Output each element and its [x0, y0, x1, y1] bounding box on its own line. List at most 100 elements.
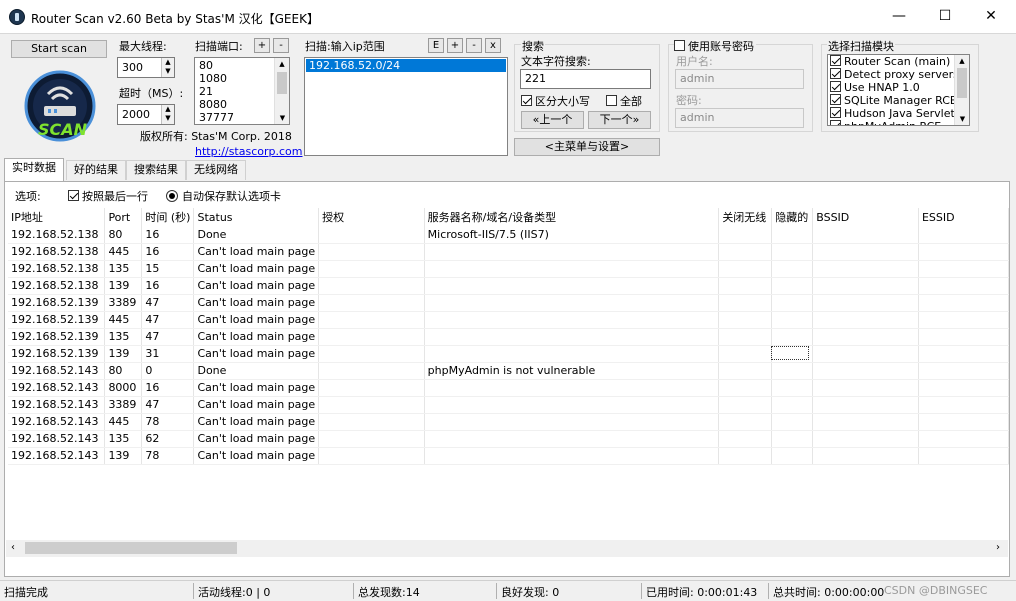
table-row[interactable]: 192.168.52.138 135 15 Can't load main page: [8, 260, 1010, 278]
threads-value: 300: [122, 61, 143, 74]
horizontal-scrollbar[interactable]: ‹ ›: [6, 540, 1008, 557]
tab-good-results[interactable]: 好的结果: [66, 160, 126, 180]
column-header[interactable]: IP地址: [8, 208, 106, 226]
main-menu-button[interactable]: <主菜单与设置>: [514, 138, 660, 156]
column-header[interactable]: ESSID: [918, 208, 1010, 226]
tab-search-results[interactable]: 搜索结果: [126, 160, 186, 180]
port-item[interactable]: 8080: [199, 98, 285, 111]
table-cell: 3389: [104, 294, 143, 312]
ports-add-button[interactable]: +: [254, 38, 270, 53]
ports-list[interactable]: 80 1080 21 8080 37777 ▲ ▼: [194, 57, 290, 125]
modules-group-label: 选择扫描模块: [827, 38, 895, 54]
module-item[interactable]: Router Scan (main): [830, 55, 967, 68]
ports-remove-button[interactable]: -: [273, 38, 289, 53]
search-group-label: 搜索: [521, 38, 545, 54]
port-item[interactable]: 1080: [199, 72, 285, 85]
port-item[interactable]: 37777: [199, 111, 285, 124]
module-item[interactable]: SQLite Manager RCE: [830, 94, 967, 107]
website-link[interactable]: http://stascorp.com: [195, 145, 303, 158]
table-cell: 3389: [104, 396, 143, 414]
column-header[interactable]: 隐藏的: [771, 208, 814, 226]
title-bar: Router Scan v2.60 Beta by Stas'M 汉化【GEEK…: [0, 0, 1016, 34]
ip-edit-button[interactable]: E: [428, 38, 444, 53]
scroll-left-icon[interactable]: ‹: [11, 542, 15, 553]
module-item[interactable]: Detect proxy servers: [830, 68, 967, 81]
column-header[interactable]: Port: [104, 208, 143, 226]
table-cell: [812, 379, 919, 397]
module-item[interactable]: Use HNAP 1.0: [830, 81, 967, 94]
module-item[interactable]: phpMyAdmin RCE: [830, 120, 967, 125]
ip-remove-button[interactable]: -: [466, 38, 482, 53]
port-item[interactable]: 80: [199, 59, 285, 72]
table-row[interactable]: 192.168.52.143 445 78 Can't load main page: [8, 413, 1010, 431]
table-cell: 445: [104, 311, 143, 329]
next-button[interactable]: 下一个»: [588, 111, 651, 129]
username-label: 用户名:: [676, 55, 713, 68]
column-header[interactable]: 授权: [318, 208, 425, 226]
table-cell: 192.168.52.143: [8, 379, 106, 397]
threads-label: 最大线程:: [119, 40, 167, 53]
table-row[interactable]: 192.168.52.139 135 47 Can't load main page: [8, 328, 1010, 346]
table-row[interactable]: 192.168.52.139 445 47 Can't load main page: [8, 311, 1010, 329]
username-input[interactable]: admin: [675, 69, 804, 89]
all-checkbox[interactable]: 全部: [606, 93, 642, 109]
ip-clear-button[interactable]: x: [485, 38, 501, 53]
column-header[interactable]: Status: [193, 208, 320, 226]
table-cell: [424, 277, 720, 295]
table-cell: [918, 243, 1010, 261]
table-row[interactable]: 192.168.52.143 135 62 Can't load main page: [8, 430, 1010, 448]
table-cell: [718, 430, 773, 448]
table-row[interactable]: 192.168.52.143 3389 47 Can't load main page: [8, 396, 1010, 414]
ports-scrollbar[interactable]: ▲ ▼: [274, 58, 289, 124]
table-row[interactable]: 192.168.52.143 8000 16 Can't load main page: [8, 379, 1010, 397]
column-header[interactable]: 关闭无线: [718, 208, 773, 226]
column-header[interactable]: 服务器名称/域名/设备类型: [424, 208, 720, 226]
table-cell: Can't load main page: [193, 430, 320, 448]
tab-live-data[interactable]: 实时数据: [4, 158, 64, 181]
tab-wireless[interactable]: 无线网络: [186, 160, 246, 180]
follow-check-icon: [68, 190, 79, 201]
close-button[interactable]: ✕: [968, 0, 1014, 34]
maximize-button[interactable]: ☐: [922, 0, 968, 34]
threads-spinner[interactable]: ▲ ▼: [161, 58, 174, 77]
focused-cell[interactable]: [771, 346, 809, 360]
scroll-thumb[interactable]: [25, 542, 237, 554]
table-cell: [718, 294, 773, 312]
table-row[interactable]: 192.168.52.138 80 16 Done Microsoft-IIS/7.5 …: [8, 226, 1010, 244]
prev-button[interactable]: «上一个: [521, 111, 584, 129]
modules-scrollbar[interactable]: ▲ ▼: [954, 55, 969, 125]
minimize-button[interactable]: —: [876, 0, 922, 34]
table-cell: 192.168.52.138: [8, 226, 106, 244]
start-scan-button[interactable]: Start scan: [11, 40, 107, 58]
ip-add-button[interactable]: +: [447, 38, 463, 53]
table-row[interactable]: 192.168.52.139 3389 47 Can't load main page: [8, 294, 1010, 312]
case-sensitive-check-icon: [521, 95, 532, 106]
use-account-checkbox[interactable]: 使用账号密码: [674, 38, 756, 54]
table-row[interactable]: 192.168.52.139 139 31 Can't load main page: [8, 345, 1010, 363]
table-row[interactable]: 192.168.52.143 139 78 Can't load main page: [8, 447, 1010, 465]
modules-list[interactable]: Router Scan (main) Detect proxy servers Us…: [827, 54, 970, 126]
password-input[interactable]: admin: [675, 108, 804, 128]
module-item[interactable]: Hudson Java Servlet: [830, 107, 967, 120]
table-cell: [918, 226, 1010, 244]
table-cell: [812, 345, 919, 363]
ip-range-item[interactable]: 192.168.52.0/24: [306, 59, 506, 72]
table-row[interactable]: 192.168.52.143 80 0 Done phpMyAdmin is not v…: [8, 362, 1010, 380]
autosave-radio[interactable]: 自动保存默认选项卡: [166, 188, 281, 204]
table-row[interactable]: 192.168.52.138 445 16 Can't load main page: [8, 243, 1010, 261]
follow-last-row-checkbox[interactable]: 按照最后一行: [68, 188, 148, 204]
timeout-spinner[interactable]: ▲ ▼: [161, 105, 174, 124]
table-cell: [771, 277, 814, 295]
table-cell: [812, 447, 919, 465]
table-cell: [771, 243, 814, 261]
ip-range-list[interactable]: 192.168.52.0/24: [304, 57, 508, 156]
table-row[interactable]: 192.168.52.138 139 16 Can't load main page: [8, 277, 1010, 295]
text-search-input[interactable]: 221: [520, 69, 651, 89]
case-sensitive-checkbox[interactable]: 区分大小写: [521, 93, 590, 109]
table-cell: [771, 226, 814, 244]
column-header[interactable]: BSSID: [812, 208, 919, 226]
table-cell: Can't load main page: [193, 294, 320, 312]
column-header[interactable]: 时间 (秒): [141, 208, 195, 226]
scroll-right-icon[interactable]: ›: [996, 542, 1000, 553]
port-item[interactable]: 21: [199, 85, 285, 98]
